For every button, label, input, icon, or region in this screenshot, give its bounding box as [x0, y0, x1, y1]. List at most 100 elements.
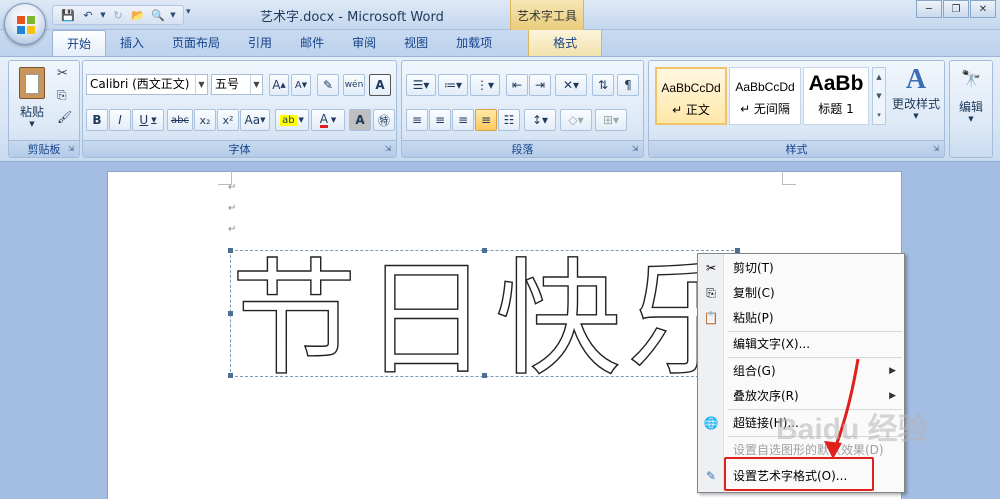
shading-icon[interactable]: ◇▾: [560, 109, 592, 131]
paste-button[interactable]: 粘贴 ▼: [12, 65, 52, 135]
shrink-font-button[interactable]: A ▼: [291, 74, 311, 96]
phonetic-guide-button[interactable]: wén: [343, 74, 365, 96]
styles-scroll[interactable]: ▲ ▼ ▾: [872, 67, 886, 125]
chevron-down-icon: ▼: [968, 115, 974, 123]
bold-button[interactable]: B: [86, 109, 108, 131]
font-color-icon: A: [319, 111, 328, 128]
style-heading-1[interactable]: AaBb 标题 1: [803, 67, 869, 125]
align-left-icon[interactable]: ≡: [406, 109, 428, 131]
style-name: 标题 1: [818, 102, 854, 116]
tab-review[interactable]: 审阅: [338, 30, 390, 56]
borders-icon[interactable]: ⊞▾: [595, 109, 627, 131]
chinese-layout-icon[interactable]: ✕▾: [555, 74, 587, 96]
tab-view[interactable]: 视图: [390, 30, 442, 56]
chevron-down-icon[interactable]: ▼: [169, 7, 177, 23]
format-wordart-icon: ✎: [705, 469, 717, 483]
submenu-arrow-icon: ▶: [889, 366, 896, 376]
tab-references[interactable]: 引用: [234, 30, 286, 56]
tab-insert[interactable]: 插入: [106, 30, 158, 56]
tab-format[interactable]: 格式: [528, 30, 603, 56]
office-button[interactable]: [4, 3, 46, 45]
style-name: ↵ 正文: [672, 103, 710, 117]
undo-icon[interactable]: ↶: [79, 7, 97, 23]
scissors-icon: ✂: [705, 261, 717, 275]
menu-item-edit-text[interactable]: 编辑文字(X)...: [698, 332, 904, 356]
bullets-icon[interactable]: ☰▾: [406, 74, 436, 96]
align-center-icon[interactable]: ≡: [429, 109, 451, 131]
font-size-select[interactable]: 五号 ▼: [211, 74, 263, 95]
char-border-button[interactable]: A: [369, 74, 391, 96]
highlight-button[interactable]: ab ▼: [275, 109, 309, 131]
window-controls: ─ ❐ ✕: [916, 0, 996, 18]
editing-button[interactable]: 🔭 编辑 ▼: [952, 65, 990, 135]
restore-icon[interactable]: ❐: [943, 0, 969, 18]
increase-indent-icon[interactable]: ⇥: [529, 74, 551, 96]
title-bar: 💾 ↶ ▼ ↻ 📂 🔍 ▼ ▾ 艺术字.docx - Microsoft Wor…: [0, 0, 1000, 30]
subscript-button[interactable]: x₂: [194, 109, 216, 131]
resize-handle[interactable]: [482, 248, 487, 253]
strikethrough-button[interactable]: abc: [167, 109, 193, 131]
menu-item-label: 复制(C): [733, 286, 775, 300]
font-group: Calibri (西文正文) ▼ 五号 ▼ A ▲ A ▼ ✎ wén A B I …: [82, 60, 397, 158]
print-preview-icon[interactable]: 🔍: [149, 7, 167, 23]
dialog-launcher-icon[interactable]: ⇲: [630, 144, 640, 154]
paragraph-mark: ↵: [228, 182, 237, 193]
style-sample: AaBbCcDd: [735, 80, 795, 94]
clipboard-icon: [19, 67, 45, 99]
cut-icon[interactable]: ✂: [57, 66, 68, 81]
styles-group-label: 样式: [649, 140, 944, 157]
minimize-icon[interactable]: ─: [916, 0, 942, 18]
resize-handle[interactable]: [228, 248, 233, 253]
multilevel-list-icon[interactable]: ⋮▾: [470, 74, 500, 96]
char-shading-button[interactable]: A: [349, 109, 371, 131]
menu-item-paste[interactable]: 📋 粘贴(P): [698, 306, 904, 330]
underline-label: U: [139, 113, 149, 127]
sort-icon[interactable]: ⇅: [592, 74, 614, 96]
underline-button[interactable]: U ▼: [132, 109, 164, 131]
tab-page-layout[interactable]: 页面布局: [158, 30, 234, 56]
paragraph-group: ☰▾ ≔▾ ⋮▾ ⇤ ⇥ ✕▾ ⇅ ¶ ≡ ≡ ≡ ≡ ☷ ↕▾ ◇▾ ⊞▾ 段…: [401, 60, 644, 158]
tab-home[interactable]: 开始: [52, 30, 107, 56]
paste-label: 粘贴: [19, 105, 44, 119]
change-case-button[interactable]: Aa ▼: [240, 109, 270, 131]
show-marks-icon[interactable]: ¶: [617, 74, 639, 96]
menu-item-copy[interactable]: ⎘ 复制(C): [698, 281, 904, 305]
enclose-char-icon[interactable]: ㊕: [373, 109, 395, 131]
dialog-launcher-icon[interactable]: ⇲: [383, 144, 393, 154]
editing-label: 编辑: [958, 100, 983, 114]
tab-mailings[interactable]: 邮件: [286, 30, 338, 56]
customize-qat-icon[interactable]: ▾: [186, 7, 191, 17]
align-right-icon[interactable]: ≡: [452, 109, 474, 131]
justify-icon[interactable]: ≡: [475, 109, 497, 131]
redo-icon[interactable]: ↻: [109, 7, 127, 23]
save-icon[interactable]: 💾: [59, 7, 77, 23]
distributed-icon[interactable]: ☷: [498, 109, 520, 131]
font-color-button[interactable]: A ▼: [311, 109, 345, 131]
numbering-icon[interactable]: ≔▾: [438, 74, 468, 96]
menu-item-cut[interactable]: ✂ 剪切(T): [698, 256, 904, 280]
dialog-launcher-icon[interactable]: ⇲: [931, 144, 941, 154]
style-normal[interactable]: AaBbCcDd ↵ 正文: [655, 67, 727, 125]
close-icon[interactable]: ✕: [970, 0, 996, 18]
style-sample: AaBb: [808, 72, 864, 95]
open-icon[interactable]: 📂: [129, 7, 147, 23]
superscript-button[interactable]: x²: [217, 109, 239, 131]
chevron-down-icon[interactable]: ▼: [99, 7, 107, 23]
copy-icon[interactable]: ⎘: [57, 88, 67, 103]
change-styles-button[interactable]: A 更改样式 ▼: [889, 65, 943, 135]
dialog-launcher-icon[interactable]: ⇲: [66, 144, 76, 154]
grow-font-button[interactable]: A ▲: [269, 74, 289, 96]
style-no-spacing[interactable]: AaBbCcDd ↵ 无间隔: [729, 67, 801, 125]
font-name-select[interactable]: Calibri (西文正文) ▼: [86, 74, 208, 95]
line-spacing-icon[interactable]: ↕▾: [524, 109, 556, 131]
wordart-object[interactable]: 节日快乐: [228, 248, 754, 378]
clear-format-icon[interactable]: ✎: [317, 74, 339, 96]
decrease-indent-icon[interactable]: ⇤: [506, 74, 528, 96]
change-styles-icon: A: [905, 64, 927, 95]
italic-button[interactable]: I: [109, 109, 131, 131]
format-painter-icon[interactable]: 🖌: [57, 110, 72, 124]
paragraph-mark: ↵: [228, 224, 237, 235]
clipboard-group: 粘贴 ▼ ✂ ⎘ 🖌 剪贴板 ⇲: [8, 60, 80, 158]
tab-addins[interactable]: 加载项: [442, 30, 506, 56]
ribbon-tabs: 开始 插入 页面布局 引用 邮件 审阅 视图 加载项 格式: [0, 30, 1000, 56]
